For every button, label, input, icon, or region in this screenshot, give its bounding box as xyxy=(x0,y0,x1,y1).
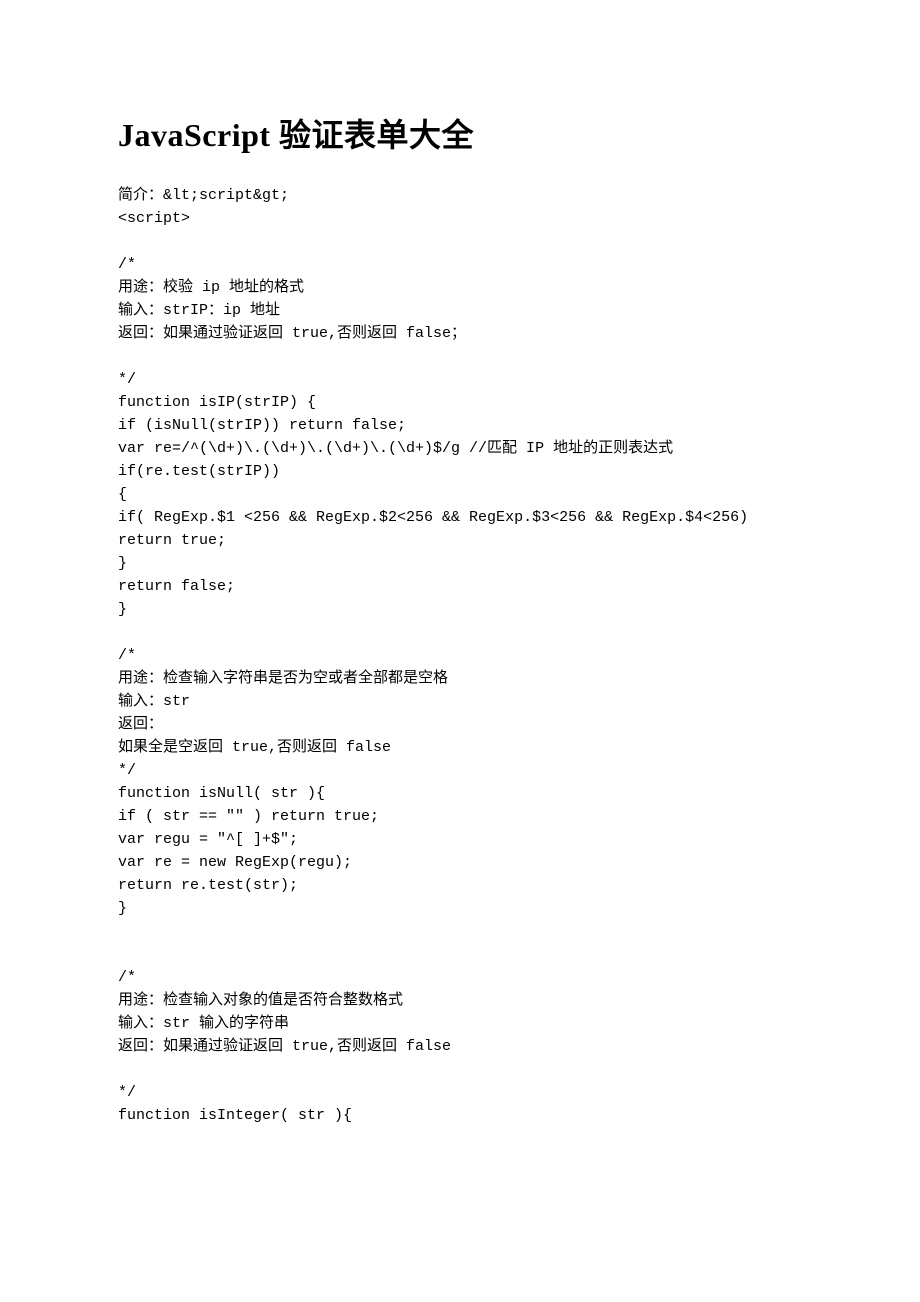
code-block: 简介：&lt;script&gt; <script> /* 用途：校验 ip 地… xyxy=(118,184,802,1127)
document-page: JavaScript 验证表单大全 简介：&lt;script&gt; <scr… xyxy=(0,0,920,1187)
document-title: JavaScript 验证表单大全 xyxy=(118,110,802,156)
